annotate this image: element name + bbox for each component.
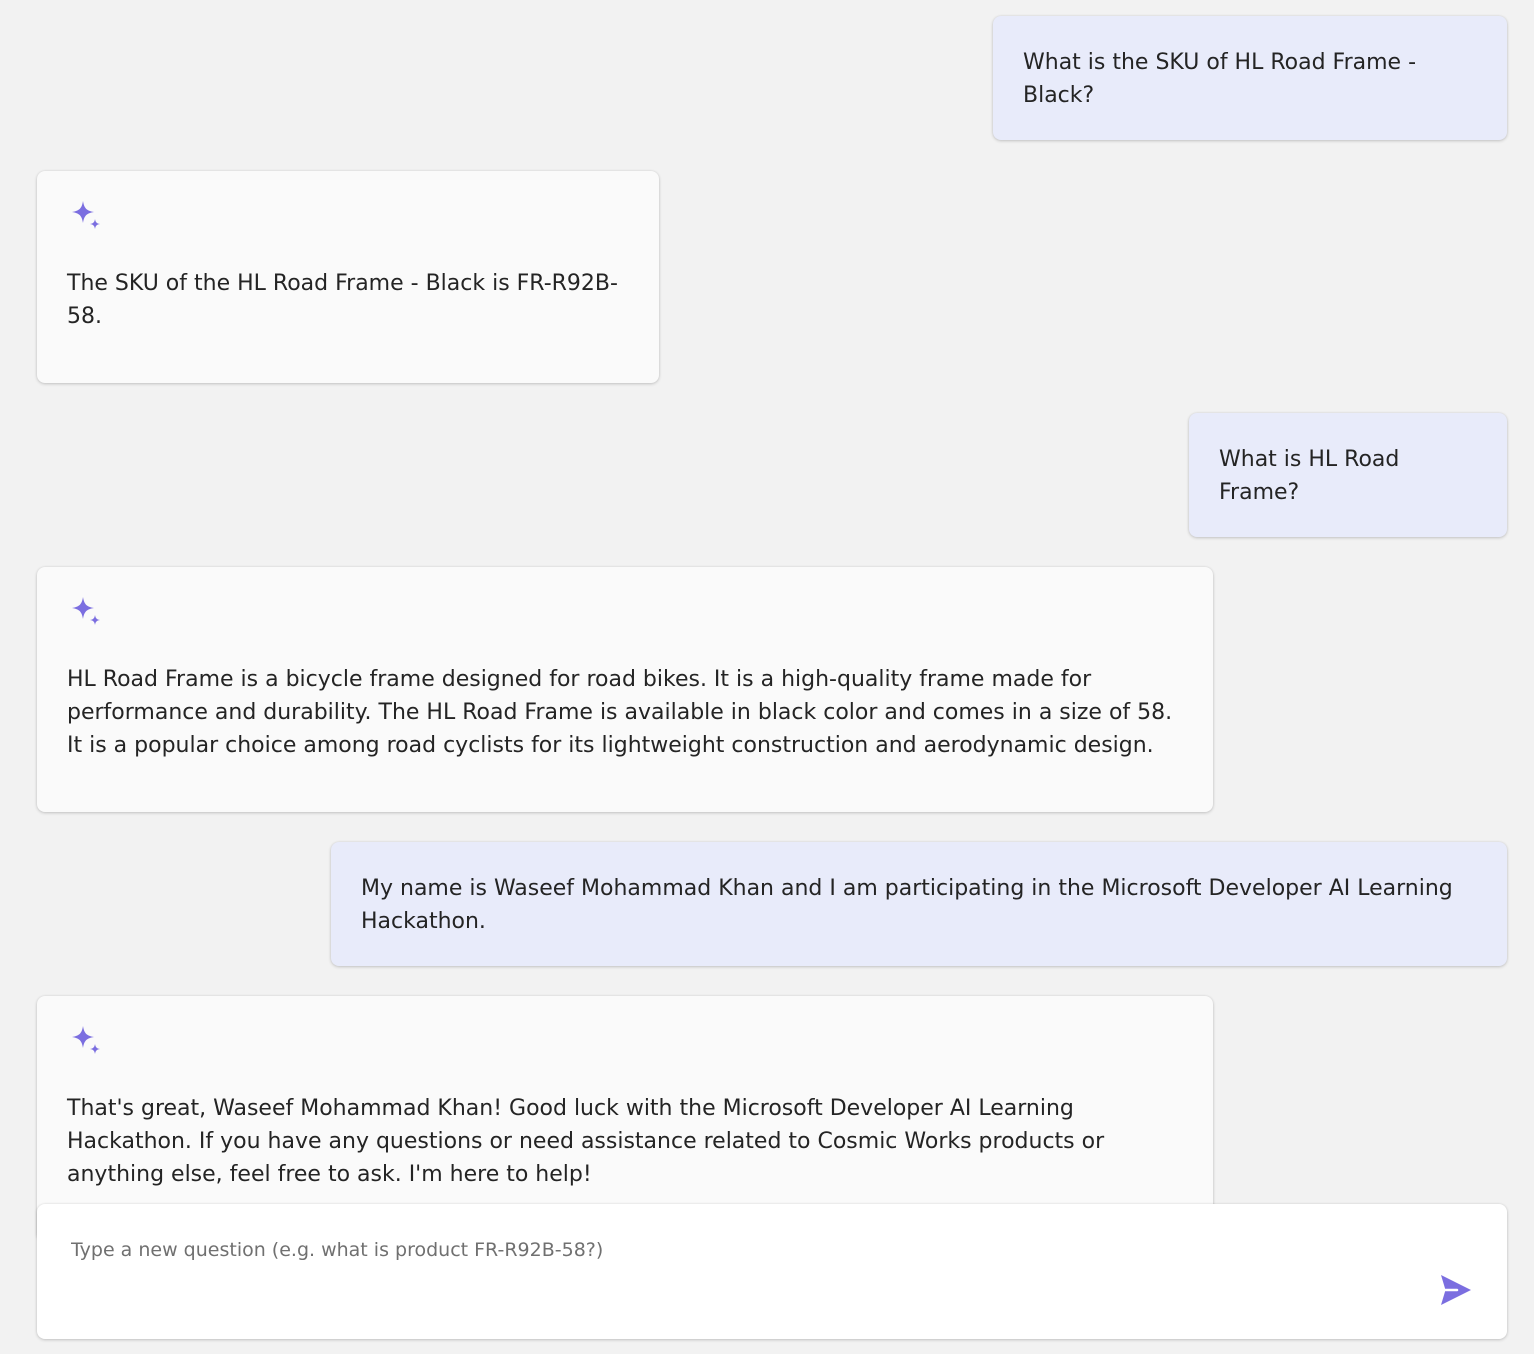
sparkle-icon <box>67 595 107 635</box>
message-text: What is HL Road Frame? <box>1219 447 1400 505</box>
message-text: That's great, Waseef Mohammad Khan! Good… <box>67 1096 1105 1187</box>
assistant-message: HL Road Frame is a bicycle frame designe… <box>37 567 1213 812</box>
sparkle-icon <box>67 1024 107 1064</box>
send-icon <box>1435 1275 1475 1313</box>
message-text: My name is Waseef Mohammad Khan and I am… <box>361 876 1453 934</box>
assistant-message: The SKU of the HL Road Frame - Black is … <box>37 171 659 383</box>
chat-transcript: What is the SKU of HL Road Frame - Black… <box>37 16 1507 1241</box>
send-button[interactable] <box>1435 1270 1475 1310</box>
message-text: The SKU of the HL Road Frame - Black is … <box>67 271 618 329</box>
question-composer <box>37 1204 1507 1339</box>
sparkle-icon <box>67 199 107 239</box>
user-message: My name is Waseef Mohammad Khan and I am… <box>331 842 1507 966</box>
question-input[interactable] <box>71 1230 1371 1270</box>
message-text: HL Road Frame is a bicycle frame designe… <box>67 667 1173 758</box>
user-message: What is the SKU of HL Road Frame - Black… <box>993 16 1507 140</box>
message-text: What is the SKU of HL Road Frame - Black… <box>1023 50 1417 108</box>
user-message: What is HL Road Frame? <box>1189 413 1507 537</box>
